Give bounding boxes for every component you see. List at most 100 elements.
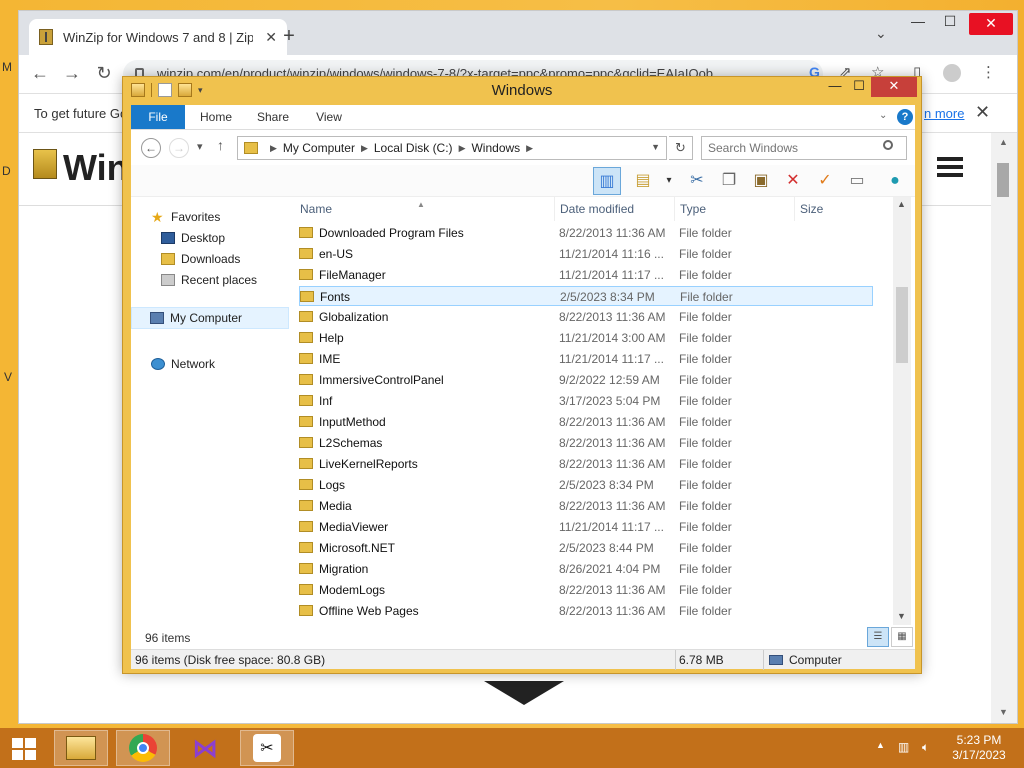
start-button[interactable] (12, 738, 36, 760)
folder-options-icon[interactable]: ▤ (629, 167, 657, 195)
copy-icon[interactable]: ❐ (715, 167, 743, 195)
table-row[interactable]: Fonts 2/5/2023 8:34 PM File folder (299, 286, 873, 306)
scroll-down-icon[interactable]: ▼ (897, 611, 906, 621)
nav-network[interactable]: Network (151, 354, 215, 374)
search-input[interactable] (701, 136, 907, 160)
paste-icon[interactable]: ▣ (747, 167, 775, 195)
table-row[interactable]: Globalization 8/22/2013 11:36 AM File fold… (299, 307, 873, 327)
breadcrumb-separator[interactable]: ▶ (526, 143, 533, 154)
table-row[interactable]: Help 11/21/2014 3:00 AM File folder (299, 328, 873, 348)
new-tab-button[interactable]: + (277, 25, 301, 48)
breadcrumb-my-computer[interactable]: My Computer (283, 141, 355, 155)
breadcrumb-separator[interactable]: ▶ (459, 143, 466, 154)
table-row[interactable]: ModemLogs 8/22/2013 11:36 AM File folder (299, 580, 873, 600)
table-row[interactable]: InputMethod 8/22/2013 11:36 AM File folder (299, 412, 873, 432)
table-row[interactable]: IME 11/21/2014 11:17 ... File folder (299, 349, 873, 369)
tab-home[interactable]: Home (193, 105, 239, 129)
tab-file[interactable]: File (131, 105, 185, 129)
table-row[interactable]: L2Schemas 8/22/2013 11:36 AM File folder (299, 433, 873, 453)
tray-expand-icon[interactable]: ▲ (876, 740, 885, 750)
column-type[interactable]: Type (675, 197, 795, 221)
reload-icon[interactable]: ↻ (93, 63, 115, 84)
search-icon (883, 140, 893, 150)
file-list-scrollbar-thumb[interactable] (896, 287, 908, 363)
chrome-close-button[interactable]: ✕ (969, 13, 1013, 35)
recent-locations-icon[interactable]: ▾ (197, 140, 203, 153)
nav-my-computer[interactable]: My Computer (131, 307, 289, 329)
taskbar-file-explorer[interactable] (54, 730, 108, 766)
back-icon[interactable]: ← (29, 63, 51, 84)
breadcrumb-windows[interactable]: Windows (471, 141, 520, 155)
hamburger-menu-icon[interactable] (937, 157, 963, 177)
breadcrumb-separator[interactable]: ▶ (361, 143, 368, 154)
nav-downloads[interactable]: Downloads (161, 249, 240, 269)
taskbar-visual-studio[interactable]: ⋈ (178, 730, 232, 766)
details-view-icon[interactable]: ☰ (867, 627, 889, 647)
preview-pane-icon[interactable]: ▥ (593, 167, 621, 195)
tab-view[interactable]: View (307, 105, 351, 129)
table-row[interactable]: Media 8/22/2013 11:36 AM File folder (299, 496, 873, 516)
taskbar-chrome[interactable] (116, 730, 170, 766)
winzip-logo-icon[interactable] (33, 149, 57, 179)
refresh-icon[interactable]: ↻ (669, 136, 693, 160)
table-row[interactable]: Downloaded Program Files 8/22/2013 11:36 … (299, 223, 873, 243)
tab-search-icon[interactable]: ⌄ (875, 25, 887, 42)
ribbon-expand-icon[interactable]: ⌄ (879, 110, 887, 121)
column-date-modified[interactable]: Date modified (555, 197, 675, 221)
check-icon[interactable]: ✓ (811, 167, 839, 195)
table-row[interactable]: ImmersiveControlPanel 9/2/2022 12:59 AM Fi… (299, 370, 873, 390)
taskbar-capcut[interactable]: ✂ (240, 730, 294, 766)
scroll-up-icon[interactable]: ▲ (999, 137, 1008, 147)
chrome-minimize-button[interactable]: — (903, 13, 933, 29)
up-icon[interactable]: ↑ (217, 137, 224, 153)
table-row[interactable]: Offline Web Pages 8/22/2013 11:36 AM File … (299, 601, 873, 621)
forward-icon[interactable]: → (61, 63, 83, 84)
table-row[interactable]: Migration 8/26/2021 4:04 PM File folder (299, 559, 873, 579)
info-bar-close-icon[interactable]: ✕ (975, 102, 990, 123)
back-icon[interactable]: ← (141, 138, 161, 158)
breadcrumb-local-disk[interactable]: Local Disk (C:) (374, 141, 453, 155)
explorer-title-bar[interactable]: ▾ Windows — ☐ ✕ (123, 77, 921, 105)
taskbar-clock[interactable]: 5:23 PM 3/17/2023 (944, 733, 1014, 763)
column-name[interactable]: Name ▲ (295, 197, 555, 221)
table-row[interactable]: FileManager 11/21/2014 11:17 ... File fold… (299, 265, 873, 285)
table-row[interactable]: Logs 2/5/2023 8:34 PM File folder (299, 475, 873, 495)
table-row[interactable]: en-US 11/21/2014 11:16 ... File folder (299, 244, 873, 264)
options-dropdown-icon[interactable]: ▾ (655, 167, 683, 195)
nav-recent-places[interactable]: Recent places (161, 270, 257, 290)
profile-avatar-icon[interactable] (943, 64, 961, 82)
nav-favorites[interactable]: ★ Favorites (151, 207, 220, 227)
forward-icon[interactable]: → (169, 138, 189, 158)
explorer-close-button[interactable]: ✕ (871, 77, 917, 97)
file-list-scrollbar[interactable]: ▲ ▼ (893, 197, 911, 625)
network-tray-icon[interactable]: ▥ (898, 740, 909, 754)
large-icons-view-icon[interactable]: ▦ (891, 627, 913, 647)
rename-icon[interactable]: ▭ (843, 167, 871, 195)
address-dropdown-icon[interactable]: ▼ (651, 142, 660, 152)
explorer-maximize-button[interactable]: ☐ (847, 77, 871, 97)
tab-close-icon[interactable]: ✕ (265, 29, 277, 46)
table-row[interactable]: Inf 3/17/2023 5:04 PM File folder (299, 391, 873, 411)
table-row[interactable]: MediaViewer 11/21/2014 11:17 ... File fold… (299, 517, 873, 537)
volume-icon[interactable]: 🔈︎ (922, 740, 929, 755)
scroll-up-icon[interactable]: ▲ (897, 199, 906, 209)
winzip-logo-text[interactable]: Win (63, 147, 129, 189)
table-row[interactable]: Microsoft.NET 2/5/2023 8:44 PM File folder (299, 538, 873, 558)
delete-icon[interactable]: ✕ (779, 167, 807, 195)
browser-tab[interactable]: WinZip for Windows 7 and 8 | Zip ✕ (29, 19, 287, 55)
column-size[interactable]: Size (795, 197, 875, 221)
chrome-menu-icon[interactable]: ⋮ (981, 63, 996, 81)
info-bar-learn-more-link[interactable]: n more (924, 106, 964, 121)
table-row[interactable]: LiveKernelReports 8/22/2013 11:36 AM File … (299, 454, 873, 474)
tab-share[interactable]: Share (249, 105, 297, 129)
explorer-address-bar[interactable]: ▶ My Computer ▶ Local Disk (C:) ▶ Window… (237, 136, 667, 160)
chrome-maximize-button[interactable]: ☐ (935, 13, 965, 30)
page-scrollbar[interactable]: ▲ ▼ (991, 133, 1017, 723)
explorer-minimize-button[interactable]: — (823, 77, 847, 97)
scroll-down-icon[interactable]: ▼ (999, 707, 1008, 717)
globe-icon[interactable]: ● (881, 167, 909, 195)
page-scrollbar-thumb[interactable] (997, 163, 1009, 197)
cut-icon[interactable]: ✂ (683, 167, 711, 195)
help-icon[interactable]: ? (897, 109, 913, 125)
nav-desktop[interactable]: Desktop (161, 228, 225, 248)
